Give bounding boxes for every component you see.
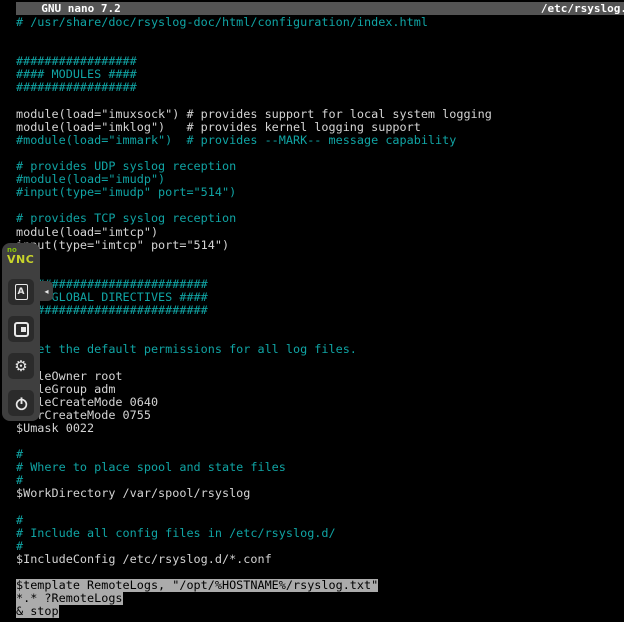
editor-line: ###########################: [16, 304, 624, 317]
editor-line: $FileCreateMode 0640: [16, 396, 624, 409]
editor-line: # /usr/share/doc/rsyslog-doc/html/config…: [16, 16, 624, 29]
editor-line: [16, 29, 624, 42]
editor-line: #module(load="immark") # provides --MARK…: [16, 134, 624, 147]
controlbar-handle[interactable]: ◂: [40, 281, 53, 301]
novnc-logo-vnc: VNC: [7, 254, 40, 265]
editor-line: #: [16, 540, 624, 553]
editor-line: #input(type="imudp" port="514"): [16, 186, 624, 199]
power-button[interactable]: [8, 390, 34, 416]
editor-line: $FileGroup adm: [16, 383, 624, 396]
editor-line: #### MODULES ####: [16, 68, 624, 81]
fullscreen-icon: [14, 322, 29, 337]
settings-button[interactable]: ⚙: [8, 353, 34, 379]
editor-line: #################: [16, 81, 624, 94]
nano-editor[interactable]: # /usr/share/doc/rsyslog-doc/html/config…: [16, 15, 624, 618]
editor-line: [16, 265, 624, 278]
editor-line: [16, 95, 624, 108]
editor-line: [16, 252, 624, 265]
editor-line: [16, 500, 624, 513]
editor-line: $IncludeConfig /etc/rsyslog.d/*.conf: [16, 553, 624, 566]
editor-line: # Set the default permissions for all lo…: [16, 343, 624, 356]
editor-line: [16, 42, 624, 55]
novnc-control-bar: no VNC A ⚙: [2, 243, 40, 421]
chevron-left-icon: ◂: [44, 287, 48, 296]
editor-line: #: [16, 356, 624, 369]
editor-line: input(type="imtcp" port="514"): [16, 239, 624, 252]
editor-line: $Umask 0022: [16, 422, 624, 435]
clipboard-button[interactable]: A: [8, 279, 34, 305]
nano-filename: /etc/rsyslog.: [541, 2, 624, 15]
editor-line-marked: *.* ?RemoteLogs: [16, 592, 624, 605]
editor-line: [16, 147, 624, 160]
editor-line: module(load="imtcp"): [16, 226, 624, 239]
editor-line-marked: & stop: [16, 605, 624, 618]
editor-line: #: [16, 474, 624, 487]
editor-line: $FileOwner root: [16, 370, 624, 383]
editor-line: [16, 199, 624, 212]
gear-icon: ⚙: [14, 359, 27, 374]
editor-line: #################: [16, 55, 624, 68]
editor-line: #### GLOBAL DIRECTIVES ####: [16, 291, 624, 304]
editor-line: #: [16, 448, 624, 461]
nano-titlebar: GNU nano 7.2 /etc/rsyslog.: [16, 2, 624, 15]
editor-line: $DirCreateMode 0755: [16, 409, 624, 422]
editor-line: module(load="imuxsock") # provides suppo…: [16, 108, 624, 121]
editor-line: #module(load="imudp"): [16, 173, 624, 186]
terminal-window: GNU nano 7.2 /etc/rsyslog. # /usr/share/…: [16, 2, 624, 620]
power-icon: [14, 396, 29, 411]
nano-app-version: GNU nano 7.2: [16, 2, 121, 15]
editor-line: # provides TCP syslog reception: [16, 212, 624, 225]
editor-line: [16, 435, 624, 448]
clipboard-icon: A: [15, 284, 28, 300]
editor-line: [16, 317, 624, 330]
editor-line: module(load="imklog") # provides kernel …: [16, 121, 624, 134]
novnc-logo: no VNC: [2, 243, 40, 265]
editor-line: $WorkDirectory /var/spool/rsyslog: [16, 487, 624, 500]
editor-line: [16, 566, 624, 579]
fullscreen-button[interactable]: [8, 316, 34, 342]
editor-line: # Include all config files in /etc/rsysl…: [16, 527, 624, 540]
editor-line: # Where to place spool and state files: [16, 461, 624, 474]
editor-line: # provides UDP syslog reception: [16, 160, 624, 173]
editor-line: #: [16, 514, 624, 527]
editor-line-marked: $template RemoteLogs, "/opt/%HOSTNAME%/r…: [16, 579, 624, 592]
editor-line: #: [16, 330, 624, 343]
editor-line: ###########################: [16, 278, 624, 291]
